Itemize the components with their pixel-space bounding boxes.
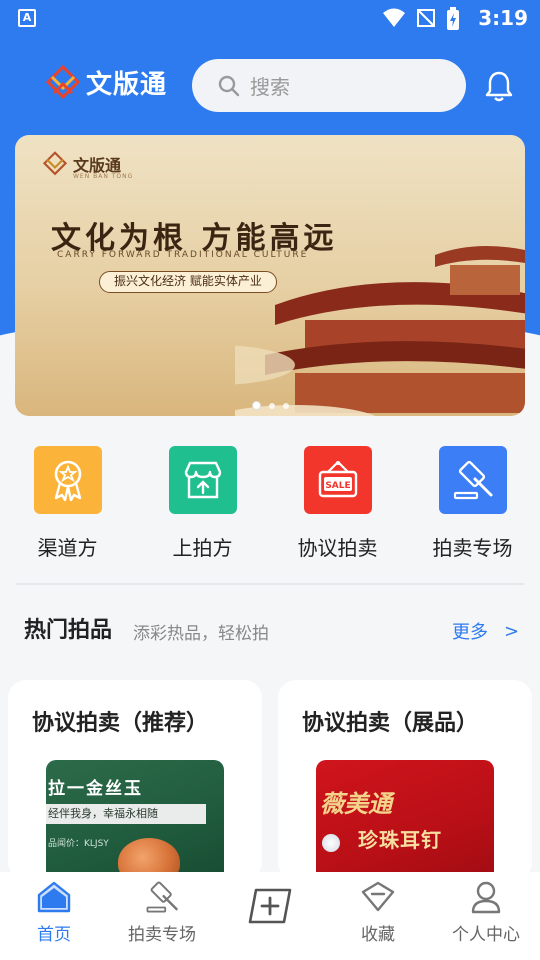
bell-icon <box>485 71 513 102</box>
auction-card-recommended[interactable]: 协议拍卖（推荐） 拉一金丝玉 经伴我身，幸福永相随 品闻价：KLJSY <box>8 680 262 880</box>
product-image-price: 品闻价：KLJSY <box>48 839 109 849</box>
carousel-dot[interactable] <box>269 402 275 409</box>
gavel-icon <box>438 446 507 514</box>
carousel-dot[interactable] <box>252 401 261 410</box>
store-upload-icon <box>168 446 237 514</box>
carousel-indicator <box>252 401 289 410</box>
quick-action-label: 上拍方 <box>172 536 233 560</box>
search-icon <box>218 75 240 96</box>
quick-action-label: 协议拍卖 <box>297 536 378 560</box>
section-title: 热门拍品 <box>24 618 113 643</box>
accessibility-status-icon: A <box>18 9 36 27</box>
bottom-nav: 首页 拍卖专场 收藏 个人中心 <box>0 872 540 960</box>
status-time: 3:19 <box>478 6 528 30</box>
collect-icon <box>361 881 395 912</box>
logo-mark-icon <box>43 151 67 176</box>
promo-banner[interactable]: 文版通 WEN BAN TONG 文化为根 方能高远 CARRY FORWARD… <box>15 135 525 416</box>
home-icon <box>37 881 71 913</box>
app-header: 文版通 搜索 <box>0 58 540 114</box>
temple-illustration <box>235 246 525 416</box>
sale-sign-icon: SALE <box>303 446 372 514</box>
product-image[interactable]: 薇美通 珍珠耳钉 <box>316 760 494 880</box>
divider <box>16 583 524 585</box>
more-link[interactable]: 更多 > <box>452 618 519 644</box>
quick-action-lister[interactable]: 上拍方 <box>135 446 270 566</box>
product-image-title: 拉一金丝玉 <box>48 779 143 799</box>
nav-auction-session[interactable]: 拍卖专场 <box>108 872 216 960</box>
app-name: 文版通 <box>86 70 168 100</box>
search-placeholder: 搜索 <box>250 75 290 99</box>
quick-actions: 渠道方 上拍方 SALE 协议拍卖 拍卖专场 <box>0 446 540 566</box>
user-icon <box>471 881 501 914</box>
section-subtitle: 添彩热品，轻松拍 <box>133 624 269 644</box>
no-signal-icon <box>417 9 435 27</box>
status-bar: A 3:19 <box>0 0 540 36</box>
auction-card-exhibit[interactable]: 协议拍卖（展品） 薇美通 珍珠耳钉 <box>278 680 532 880</box>
nav-label: 收藏 <box>361 925 395 945</box>
award-icon <box>33 446 102 514</box>
quick-action-label: 拍卖专场 <box>432 536 513 560</box>
quick-action-channel[interactable]: 渠道方 <box>0 446 135 566</box>
quick-action-agreement-auction[interactable]: SALE 协议拍卖 <box>270 446 405 566</box>
nav-label: 个人中心 <box>452 925 520 945</box>
search-bar[interactable]: 搜索 <box>192 59 466 112</box>
wifi-icon <box>383 8 405 27</box>
app-logo[interactable]: 文版通 <box>46 64 167 101</box>
product-image-title: 薇美通 <box>320 789 392 818</box>
svg-text:SALE: SALE <box>325 481 350 491</box>
card-title: 协议拍卖（推荐） <box>32 711 209 736</box>
logo-mark-icon <box>46 64 80 99</box>
card-title: 协议拍卖（展品） <box>302 711 479 736</box>
more-label: 更多 <box>452 622 488 643</box>
product-image-sub: 经伴我身，幸福永相随 <box>46 804 206 824</box>
carousel-dot[interactable] <box>283 402 289 409</box>
battery-charging-icon <box>447 7 459 30</box>
quick-action-label: 渠道方 <box>37 536 98 560</box>
nav-home[interactable]: 首页 <box>0 872 108 960</box>
product-image[interactable]: 拉一金丝玉 经伴我身，幸福永相随 品闻价：KLJSY <box>46 760 224 880</box>
nav-add[interactable] <box>216 872 324 960</box>
quick-action-auction-session[interactable]: 拍卖专场 <box>405 446 540 566</box>
add-message-icon <box>248 888 292 924</box>
bulb-icon <box>322 834 340 852</box>
nav-label: 首页 <box>37 925 71 945</box>
product-image-sub: 珍珠耳钉 <box>358 828 442 852</box>
nav-collect[interactable]: 收藏 <box>324 872 432 960</box>
notification-button[interactable] <box>484 70 514 106</box>
nav-profile[interactable]: 个人中心 <box>432 872 540 960</box>
chevron-right-icon: > <box>504 620 520 642</box>
gavel-icon <box>146 881 178 913</box>
banner-logo-sub: WEN BAN TONG <box>73 173 134 180</box>
nav-label: 拍卖专场 <box>128 925 196 945</box>
